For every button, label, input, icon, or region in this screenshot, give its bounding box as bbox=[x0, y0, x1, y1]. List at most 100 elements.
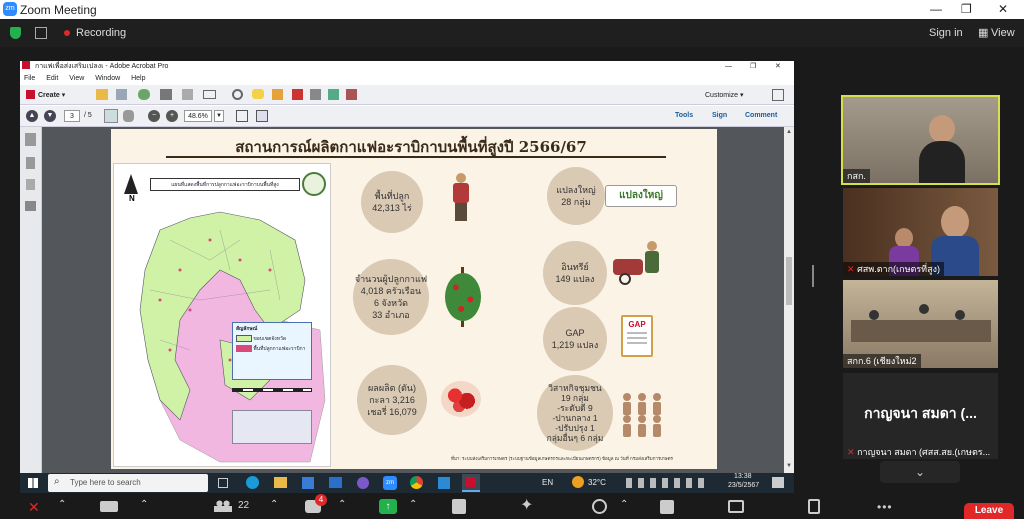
close-button[interactable]: ✕ bbox=[998, 2, 1008, 16]
next-page-icon[interactable]: ▼ bbox=[44, 110, 56, 122]
zoom-in-icon[interactable]: + bbox=[166, 110, 178, 122]
vertical-scrollbar[interactable]: ▲ ▼ bbox=[784, 127, 794, 473]
zoom-taskbar-icon[interactable]: zm bbox=[383, 476, 397, 490]
prev-page-icon[interactable]: ▲ bbox=[26, 110, 38, 122]
clock-date[interactable]: 23/5/2567 bbox=[728, 482, 759, 489]
shield-icon[interactable] bbox=[10, 27, 21, 39]
sign-in-link[interactable]: Sign in bbox=[929, 27, 963, 39]
protect-icon[interactable] bbox=[346, 89, 357, 100]
grid-icon[interactable] bbox=[35, 27, 47, 39]
attachments-icon[interactable] bbox=[26, 179, 35, 190]
more-participants-button[interactable]: ⌄ bbox=[880, 461, 960, 483]
scroll-down-arrow[interactable]: ▼ bbox=[786, 463, 792, 469]
print-icon[interactable] bbox=[160, 89, 172, 100]
chat-options-icon[interactable]: ⌃ bbox=[338, 499, 346, 510]
clock-time[interactable]: 13:38 bbox=[734, 473, 752, 480]
create-button[interactable]: Create ▾ bbox=[26, 90, 65, 99]
store-icon[interactable] bbox=[302, 477, 314, 489]
menu-view[interactable]: View bbox=[69, 75, 84, 82]
reactions-options-icon[interactable]: ⌃ bbox=[620, 499, 628, 510]
zoom-dropdown-icon[interactable]: ▼ bbox=[214, 110, 224, 122]
chrome-icon[interactable] bbox=[410, 476, 423, 489]
sign-icon[interactable] bbox=[310, 89, 321, 100]
photos-icon[interactable] bbox=[438, 477, 450, 489]
comment-icon[interactable] bbox=[252, 89, 264, 99]
edit-icon[interactable] bbox=[182, 89, 193, 100]
export-icon[interactable] bbox=[328, 89, 339, 100]
fit-page-icon[interactable] bbox=[256, 110, 268, 122]
edge-icon[interactable] bbox=[246, 476, 259, 489]
customize-button[interactable]: Customize ▾ bbox=[705, 91, 744, 99]
acrobat-maximize-button[interactable]: ❐ bbox=[750, 61, 756, 73]
acrobat-minimize-button[interactable]: — bbox=[725, 61, 732, 73]
recording-label[interactable]: Recording bbox=[76, 27, 126, 39]
system-tray-icons[interactable] bbox=[626, 478, 706, 488]
scroll-up-arrow[interactable]: ▲ bbox=[786, 129, 792, 135]
share-options-icon[interactable]: ⌃ bbox=[409, 499, 417, 510]
maximize-button[interactable]: ❐ bbox=[961, 2, 972, 16]
hand-tool-icon[interactable] bbox=[123, 110, 134, 122]
file-explorer-icon[interactable] bbox=[274, 477, 287, 488]
leave-button[interactable]: Leave bbox=[964, 503, 1014, 519]
participant-tile[interactable]: สกก.6 (เชียงใหม่2 bbox=[843, 280, 998, 368]
email-icon[interactable] bbox=[203, 90, 216, 99]
participants-options-icon[interactable]: ⌃ bbox=[270, 499, 278, 510]
ai-companion-icon[interactable]: ✦ bbox=[520, 498, 533, 514]
task-view-icon[interactable] bbox=[218, 478, 228, 488]
menu-window[interactable]: Window bbox=[95, 75, 120, 82]
page-thumbnails-icon[interactable] bbox=[25, 133, 36, 146]
select-tool-icon[interactable] bbox=[104, 109, 118, 123]
stat-line: กลุ่มอื่นๆ 6 กลุ่ม bbox=[546, 433, 604, 443]
record-icon[interactable] bbox=[452, 499, 466, 514]
more-icon[interactable]: ••• bbox=[877, 500, 893, 514]
participant-tile-name-only[interactable]: กาญจนา สมดา (... ✕ กาญจนา สมดา (ศสส.สย.(… bbox=[843, 373, 998, 459]
view-button[interactable]: View bbox=[991, 27, 1015, 39]
expand-icon[interactable] bbox=[772, 89, 784, 101]
page-number-field[interactable]: 3 bbox=[64, 110, 80, 122]
tools-panel-link[interactable]: Tools bbox=[675, 112, 693, 119]
view-icon[interactable]: ▦ bbox=[978, 26, 988, 39]
settings-icon[interactable] bbox=[232, 89, 243, 100]
participants-icon[interactable] bbox=[214, 500, 232, 512]
scroll-thumb[interactable] bbox=[786, 257, 792, 305]
bookmarks-icon[interactable] bbox=[26, 157, 35, 169]
sign-panel-link[interactable]: Sign bbox=[712, 112, 727, 119]
acrobat-taskbar-icon[interactable] bbox=[462, 474, 480, 492]
split-resize-handle[interactable] bbox=[812, 265, 814, 287]
zoom-level-field[interactable]: 48.6% bbox=[184, 110, 212, 122]
media-icon[interactable] bbox=[357, 477, 369, 489]
open-folder-icon[interactable] bbox=[96, 89, 108, 100]
windows-start-icon[interactable] bbox=[28, 478, 38, 488]
notes-icon[interactable] bbox=[808, 499, 820, 514]
apps-icon[interactable] bbox=[660, 500, 674, 514]
reactions-icon[interactable] bbox=[592, 499, 607, 514]
save-icon[interactable] bbox=[116, 89, 127, 100]
cloud-upload-icon[interactable] bbox=[138, 89, 150, 100]
participant-tile-active[interactable]: กสก. bbox=[841, 95, 1000, 185]
whiteboard-icon[interactable] bbox=[728, 500, 744, 513]
language-indicator[interactable]: EN bbox=[542, 478, 553, 487]
stamp-icon[interactable] bbox=[292, 89, 303, 100]
highlight-icon[interactable] bbox=[272, 89, 283, 100]
mail-icon[interactable] bbox=[329, 477, 342, 488]
fit-width-icon[interactable] bbox=[236, 110, 248, 122]
menu-edit[interactable]: Edit bbox=[46, 75, 58, 82]
signatures-icon[interactable] bbox=[25, 201, 36, 211]
share-screen-button[interactable]: ↑ bbox=[379, 499, 397, 514]
legend-item-coffee: พื้นที่ปลูกกาแฟอะราบิกา bbox=[253, 346, 306, 352]
menu-help[interactable]: Help bbox=[131, 75, 145, 82]
comment-panel-link[interactable]: Comment bbox=[745, 112, 777, 119]
mic-muted-button[interactable]: ✕ bbox=[28, 498, 46, 516]
video-camera-icon[interactable] bbox=[100, 501, 118, 512]
menu-file[interactable]: File bbox=[24, 75, 35, 82]
minimize-button[interactable]: — bbox=[930, 2, 942, 16]
video-options-icon[interactable]: ⌃ bbox=[140, 499, 148, 510]
taskbar-search-box[interactable]: ⌕ Type here to search bbox=[48, 474, 208, 492]
zoom-out-icon[interactable]: − bbox=[148, 110, 160, 122]
mic-options-icon[interactable]: ⌃ bbox=[58, 499, 66, 510]
participant-tile[interactable]: ✕ ศสพ.ตาก(เกษตรที่สูง) bbox=[843, 188, 998, 276]
weather-temp[interactable]: 32°C bbox=[588, 478, 606, 487]
participants-count[interactable]: 22 bbox=[238, 500, 249, 511]
acrobat-close-button[interactable]: ✕ bbox=[775, 61, 781, 73]
notifications-icon[interactable] bbox=[772, 477, 784, 488]
